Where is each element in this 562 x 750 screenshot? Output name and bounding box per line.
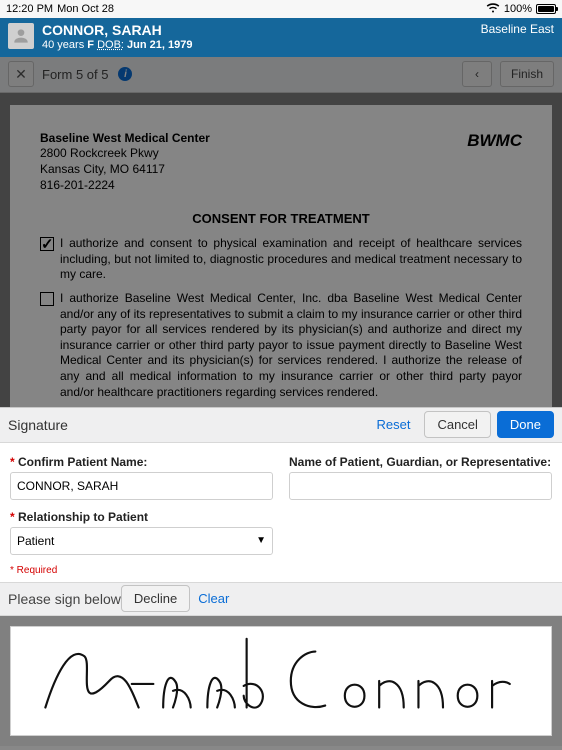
consent-text-1: I authorize and consent to physical exam… — [60, 236, 522, 283]
confirm-name-field: * Confirm Patient Name: — [10, 455, 273, 500]
consent-item-2: I authorize Baseline West Medical Center… — [40, 291, 522, 400]
checkbox-1[interactable] — [40, 237, 54, 251]
status-date: Mon Oct 28 — [57, 3, 114, 15]
form-nav: ✕ Form 5 of 5 i ‹ Finish — [0, 57, 562, 93]
facility-logo: BWMC — [467, 131, 522, 193]
signature-pad[interactable] — [10, 626, 552, 736]
signature-form: * Confirm Patient Name: Name of Patient,… — [0, 443, 562, 563]
clear-button[interactable]: Clear — [190, 591, 237, 606]
confirm-name-input[interactable] — [10, 472, 273, 500]
caret-down-icon: ▼ — [256, 535, 266, 546]
signature-modal: Signature Reset Cancel Done * Confirm Pa… — [0, 407, 562, 746]
patient-info: CONNOR, SARAH 40 years F DOB: Jun 21, 19… — [42, 22, 192, 51]
status-time: 12:20 PM — [6, 3, 53, 15]
relationship-value: Patient — [17, 534, 54, 548]
done-button[interactable]: Done — [497, 411, 554, 438]
info-icon[interactable]: i — [118, 67, 132, 81]
signature-title: Signature — [8, 417, 68, 433]
battery-percent: 100% — [504, 3, 532, 15]
patient-name: CONNOR, SARAH — [42, 22, 192, 39]
document: Baseline West Medical Center 2800 Rockcr… — [10, 105, 552, 407]
cancel-button[interactable]: Cancel — [424, 411, 490, 438]
sign-prompt: Please sign below — [8, 591, 121, 607]
facility-name: Baseline West Medical Center — [40, 131, 210, 147]
dimmed-region: ✕ Form 5 of 5 i ‹ Finish Baseline West M… — [0, 57, 562, 407]
form-nav-title: Form 5 of 5 — [42, 67, 108, 82]
facility-addr1: 2800 Rockcreek Pkwy — [40, 146, 210, 162]
relationship-field: * Relationship to Patient Patient ▼ — [10, 510, 273, 555]
document-viewport[interactable]: Baseline West Medical Center 2800 Rockcr… — [0, 93, 562, 407]
prev-button[interactable]: ‹ — [462, 61, 492, 87]
relationship-select[interactable]: Patient ▼ — [10, 527, 273, 555]
close-icon: ✕ — [15, 66, 27, 83]
patient-header: CONNOR, SARAH 40 years F DOB: Jun 21, 19… — [0, 18, 562, 57]
signature-pad-container — [0, 616, 562, 746]
wifi-icon — [486, 3, 500, 16]
relationship-label: * Relationship to Patient — [10, 510, 273, 524]
facility-phone: 816-201-2224 — [40, 178, 210, 194]
checkbox-2[interactable] — [40, 292, 54, 306]
patient-subline: 40 years F DOB: Jun 21, 1979 — [42, 39, 192, 51]
rep-name-field: Name of Patient, Guardian, or Representa… — [289, 455, 552, 500]
decline-button[interactable]: Decline — [121, 585, 190, 612]
facility-addr2: Kansas City, MO 64117 — [40, 162, 210, 178]
rep-name-label: Name of Patient, Guardian, or Representa… — [289, 455, 552, 469]
confirm-name-label: * Confirm Patient Name: — [10, 455, 273, 469]
rep-name-input[interactable] — [289, 472, 552, 500]
sign-bar: Please sign below Decline Clear — [0, 582, 562, 616]
close-button[interactable]: ✕ — [8, 61, 34, 87]
document-title: CONSENT FOR TREATMENT — [40, 211, 522, 226]
battery-icon — [536, 4, 556, 14]
reset-button[interactable]: Reset — [368, 417, 418, 432]
chevron-left-icon: ‹ — [475, 67, 479, 81]
signature-header: Signature Reset Cancel Done — [0, 407, 562, 443]
signature-stroke — [11, 627, 551, 735]
consent-text-2: I authorize Baseline West Medical Center… — [60, 291, 522, 400]
required-note: * Required — [0, 563, 562, 582]
patient-location: Baseline East — [481, 22, 554, 36]
finish-button[interactable]: Finish — [500, 61, 554, 87]
consent-item-1: I authorize and consent to physical exam… — [40, 236, 522, 283]
status-bar: 12:20 PM Mon Oct 28 100% — [0, 0, 562, 18]
avatar — [8, 23, 34, 49]
